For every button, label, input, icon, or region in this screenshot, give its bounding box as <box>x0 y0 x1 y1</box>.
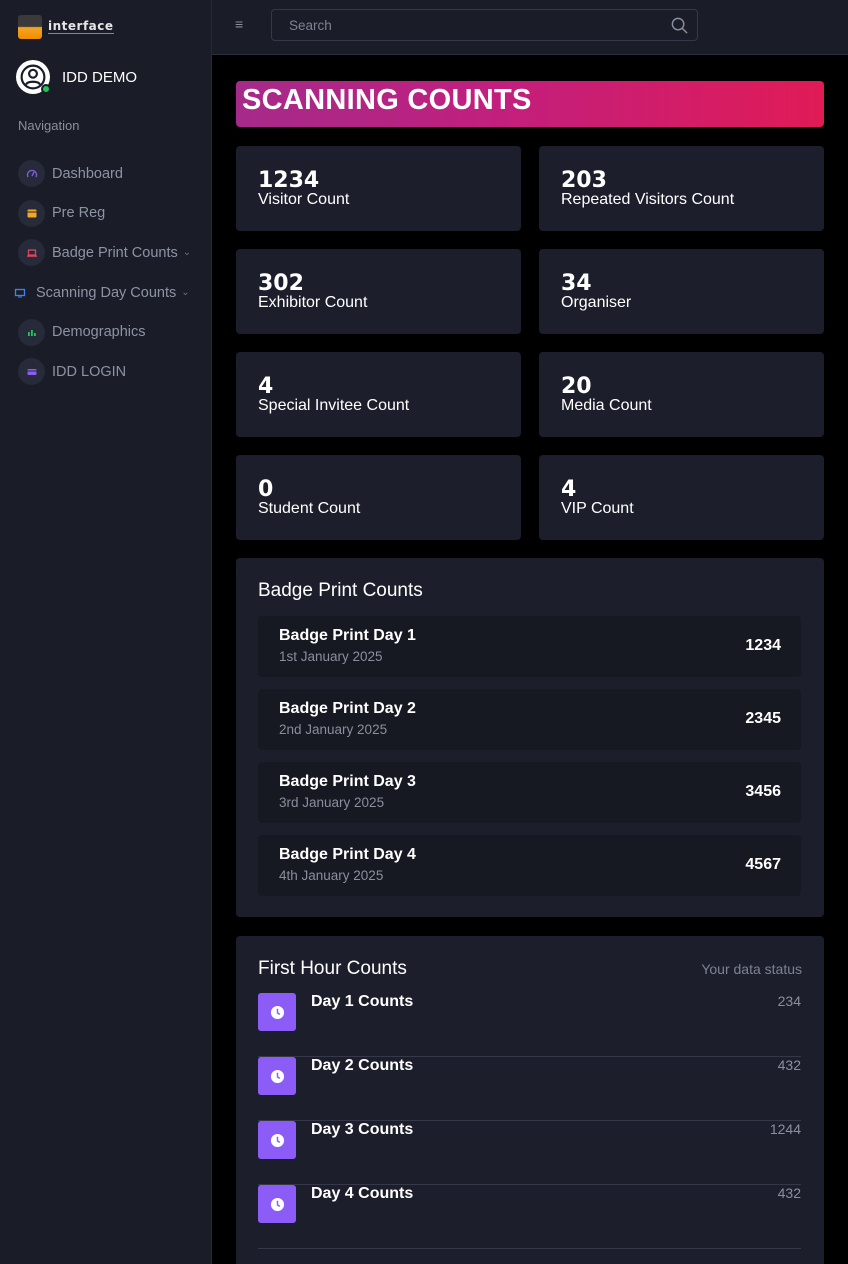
stat-value: 203 <box>561 168 607 193</box>
day-count-value: 234 <box>777 993 801 1009</box>
stat-card-visitor: 1234 Visitor Count <box>236 146 521 231</box>
monitor-icon <box>10 279 30 306</box>
data-status-label: Your data status <box>701 961 802 977</box>
list-item[interactable]: Day 1 Counts 234 <box>258 993 801 1057</box>
day-count-value: 432 <box>777 1057 801 1073</box>
clock-icon <box>258 1057 296 1095</box>
list-item[interactable]: Badge Print Day 3 3rd January 2025 3456 <box>258 762 801 823</box>
chevron-down-icon[interactable]: ⌄ <box>183 247 191 258</box>
stat-value: 4 <box>258 374 274 399</box>
badge-day-name: Badge Print Day 3 <box>279 773 416 790</box>
stat-value: 0 <box>258 477 274 502</box>
chevron-down-icon[interactable]: ⌄ <box>181 287 189 298</box>
day-count-name: Day 4 Counts <box>311 1185 414 1202</box>
badge-print-panel: Badge Print Counts Badge Print Day 1 1st… <box>236 558 824 917</box>
day-count-name: Day 2 Counts <box>311 1057 414 1074</box>
stat-value: 34 <box>561 271 592 296</box>
sidebar-item-demographics[interactable]: Demographics <box>18 312 208 352</box>
day-count-value: 432 <box>777 1185 801 1201</box>
hamburger-menu-icon[interactable]: ≡ <box>235 17 247 31</box>
sidebar: interface IDD DEMO Navigation Dashboard … <box>0 0 212 1264</box>
stat-label: Media Count <box>561 397 652 414</box>
badge-day-count: 1234 <box>745 637 781 654</box>
badge-day-date: 4th January 2025 <box>279 868 384 883</box>
online-status-dot <box>41 84 51 94</box>
badge-day-count: 2345 <box>745 710 781 727</box>
top-bar: ≡ <box>212 0 848 55</box>
login-card-icon <box>18 358 45 386</box>
gauge-icon <box>18 160 45 188</box>
badge-day-name: Badge Print Day 4 <box>279 846 416 863</box>
user-name: IDD DEMO <box>62 68 137 86</box>
search-icon[interactable] <box>670 16 689 35</box>
clock-icon <box>258 1185 296 1223</box>
nav-heading: Navigation <box>18 118 80 133</box>
stat-label: Repeated Visitors Count <box>561 191 735 208</box>
laptop-icon <box>18 239 45 267</box>
sidebar-item-idd-login[interactable]: IDD LOGIN <box>18 352 208 392</box>
badge-day-name: Badge Print Day 1 <box>279 627 416 644</box>
stat-value: 4 <box>561 477 577 502</box>
stat-card-organiser: 34 Organiser <box>539 249 824 334</box>
panel-title: Badge Print Counts <box>258 580 423 601</box>
stat-card-media: 20 Media Count <box>539 352 824 437</box>
day-count-name: Day 3 Counts <box>311 1121 414 1138</box>
sidebar-item-label: Dashboard <box>52 165 123 182</box>
badge-day-date: 1st January 2025 <box>279 649 383 664</box>
badge-day-date: 3rd January 2025 <box>279 795 385 810</box>
badge-day-count: 4567 <box>745 856 781 873</box>
stat-card-repeated-visitors: 203 Repeated Visitors Count <box>539 146 824 231</box>
stat-card-special-invitee: 4 Special Invitee Count <box>236 352 521 437</box>
list-item[interactable]: Day 2 Counts 432 <box>258 1057 801 1121</box>
user-profile[interactable]: IDD DEMO <box>16 60 137 94</box>
clock-icon <box>258 993 296 1031</box>
sidebar-nav: Dashboard Pre Reg Badge Print Counts ⌄ S… <box>14 154 208 392</box>
sidebar-item-label: Badge Print Counts <box>52 244 178 261</box>
calendar-icon <box>18 199 45 227</box>
sidebar-item-label: Demographics <box>52 324 146 341</box>
list-item[interactable]: Badge Print Day 2 2nd January 2025 2345 <box>258 689 801 750</box>
logo-mark-icon <box>18 15 42 39</box>
sidebar-item-label: IDD LOGIN <box>52 363 127 380</box>
stat-value: 302 <box>258 271 304 296</box>
sidebar-item-label: Scanning Day Counts <box>36 284 177 301</box>
first-hour-panel: First Hour Counts Your data status Day 1… <box>236 936 824 1264</box>
search-input[interactable] <box>272 10 697 40</box>
avatar <box>16 60 51 94</box>
list-item[interactable]: Day 3 Counts 1244 <box>258 1121 801 1185</box>
page-banner: SCANNING COUNTS <box>236 81 824 127</box>
stat-value: 20 <box>561 374 592 399</box>
badge-day-count: 3456 <box>745 783 781 800</box>
stat-label: Visitor Count <box>258 191 350 208</box>
list-item[interactable]: Badge Print Day 1 1st January 2025 1234 <box>258 616 801 677</box>
stat-label: Special Invitee Count <box>258 397 410 414</box>
stat-card-student: 0 Student Count <box>236 455 521 540</box>
logo-text: interface <box>48 19 114 34</box>
sidebar-item-badge-print-counts[interactable]: Badge Print Counts ⌄ <box>18 233 208 273</box>
stat-value: 1234 <box>258 168 320 193</box>
search-box <box>271 9 698 41</box>
bar-chart-icon <box>18 318 45 346</box>
list-item[interactable]: Day 4 Counts 432 <box>258 1185 801 1249</box>
stat-label: VIP Count <box>561 500 634 517</box>
sidebar-item-scanning-day-counts[interactable]: Scanning Day Counts ⌄ <box>10 273 208 313</box>
panel-title: First Hour Counts <box>258 958 407 979</box>
brand-logo[interactable]: interface <box>18 14 138 40</box>
badge-day-date: 2nd January 2025 <box>279 722 388 737</box>
stat-card-exhibitor: 302 Exhibitor Count <box>236 249 521 334</box>
sidebar-item-pre-reg[interactable]: Pre Reg <box>18 194 208 234</box>
day-count-name: Day 1 Counts <box>311 993 414 1010</box>
badge-day-name: Badge Print Day 2 <box>279 700 416 717</box>
list-item[interactable]: Badge Print Day 4 4th January 2025 4567 <box>258 835 801 896</box>
stat-label: Exhibitor Count <box>258 294 368 311</box>
stat-label: Organiser <box>561 294 632 311</box>
page-title: SCANNING COUNTS <box>242 84 532 116</box>
sidebar-item-dashboard[interactable]: Dashboard <box>18 154 208 194</box>
day-count-value: 1244 <box>769 1121 801 1137</box>
stat-label: Student Count <box>258 500 361 517</box>
stat-card-vip: 4 VIP Count <box>539 455 824 540</box>
sidebar-item-label: Pre Reg <box>52 205 106 222</box>
clock-icon <box>258 1121 296 1159</box>
